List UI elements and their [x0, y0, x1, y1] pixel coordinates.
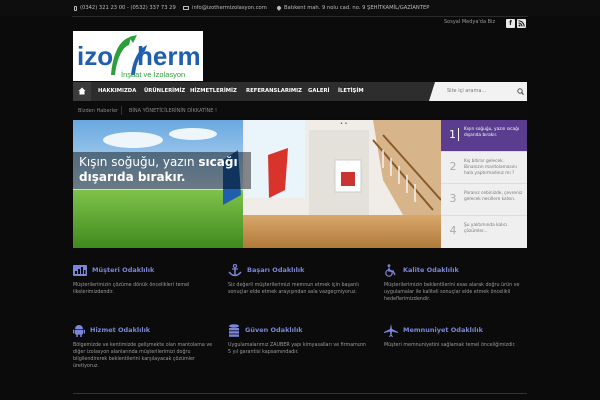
- phone-numbers: (0342) 321 23 00 - (0532) 337 73 29: [80, 5, 176, 11]
- slider-dots[interactable]: • •: [340, 121, 348, 127]
- tab-number: 4: [449, 224, 457, 237]
- tab-text: Şu yalıtımında kalıcı çözümler...: [464, 223, 508, 234]
- home-icon: [78, 87, 86, 95]
- feature-desc: Müşteri memnuniyetini sağlamak temel önc…: [384, 343, 516, 348]
- feature-title: Başarı Odaklılık: [247, 266, 305, 274]
- nav-item-hakkimizda[interactable]: HAKKIMIZDA: [98, 82, 136, 101]
- search-input[interactable]: Site içi arama...: [447, 88, 486, 94]
- search-icon[interactable]: [517, 88, 524, 95]
- chart-icon: [73, 264, 87, 276]
- search-box[interactable]: Site içi arama...: [429, 82, 527, 101]
- slide-caption: Kışın soğuğu, yazın sıcağı dışarıda bıra…: [79, 155, 249, 185]
- slider-tabs: 1 Kışın soğuğu, yazın sıcağı dışarıda bı…: [441, 120, 527, 248]
- logo-brand-right: herm: [137, 41, 201, 71]
- news-link[interactable]: BİNA YÖNETİCİLERİNİN DİKKATİNE !: [129, 108, 217, 114]
- tab-number: 3: [449, 192, 457, 205]
- contact-bar: (0342) 321 23 00 - (0532) 337 73 29 info…: [0, 0, 600, 16]
- feature-title: Güven Odaklılık: [245, 326, 303, 334]
- nav-item-galeri[interactable]: GALERİ: [308, 82, 330, 101]
- feature-title: Memnuniyet Odaklılık: [403, 326, 483, 334]
- search-slant: [429, 82, 435, 101]
- feature-guven: Güven Odaklılık Uygulamalarımız ZAUBER y…: [228, 323, 368, 356]
- footer-divider: [73, 393, 527, 394]
- slider-tab-2[interactable]: 2 Kış bitirar gelecek. Binanızın mantola…: [441, 152, 527, 184]
- top-divider: [72, 16, 528, 17]
- social-label: Sosyal Medya'da Biz: [444, 19, 496, 25]
- mail-icon: [183, 6, 189, 10]
- wheelchair-icon: [385, 263, 396, 277]
- tab-text: Paranız cebinizde, çevreniz gelecek nesi…: [464, 191, 523, 202]
- feature-hizmet: Hizmet Odaklılık Bölgemizde ve kentimizd…: [73, 323, 213, 370]
- plane-icon: [384, 323, 398, 337]
- feature-desc: Müşterilerimizin beklentilerini esas ala…: [384, 283, 520, 302]
- news-ticker: Bizden Haberler BİNA YÖNETİCİLERİNİN DİK…: [73, 103, 527, 118]
- feature-musteri: Müşteri Odaklılık Müşterilerimizin çözüm…: [73, 263, 213, 296]
- facebook-icon[interactable]: f: [506, 19, 515, 28]
- caption-bold-2: dışarıda bırakır.: [79, 170, 186, 184]
- slider-tab-4[interactable]: 4 Şu yalıtımında kalıcı çözümler...: [441, 216, 527, 248]
- tab-text: Kış bitirar gelecek. Binanızın mantolama…: [464, 159, 517, 176]
- feature-kalite: Kalite Odaklılık Müşterilerimizin beklen…: [384, 263, 524, 303]
- ticker-divider: [121, 106, 122, 115]
- location-pin-icon: [276, 5, 282, 11]
- tab-text: Kışın soğuğu, yazın sıcağı dışarıda bıra…: [464, 127, 520, 138]
- logo-tagline: İnşaat ve İzolasyon: [121, 70, 185, 79]
- caption-light: Kışın soğuğu, yazın: [79, 155, 195, 169]
- phone-info: (0342) 321 23 00 - (0532) 337 73 29: [74, 5, 176, 11]
- tab-number: 1: [447, 128, 459, 141]
- feature-title: Kalite Odaklılık: [403, 266, 459, 274]
- feature-memnuniyet: Memnuniyet Odaklılık Müşteri memnuniyeti…: [384, 323, 524, 349]
- home-button[interactable]: [73, 82, 91, 101]
- feature-desc: Müşterilerimizin çözüme dönük öncelikler…: [73, 283, 190, 295]
- tab-number: 2: [449, 160, 457, 173]
- site-logo[interactable]: izo herm İnşaat ve İzolasyon: [73, 31, 203, 81]
- anchor-icon: [228, 263, 242, 276]
- logo-brand-left: izo: [77, 41, 113, 71]
- nav-item-hizmetlerimiz[interactable]: HİZMETLERİMİZ: [190, 82, 237, 101]
- slider-tab-3[interactable]: 3 Paranız cebinizde, çevreniz gelecek ne…: [441, 184, 527, 216]
- news-label: Bizden Haberler: [78, 108, 119, 114]
- caption-bold-1: sıcağı: [198, 155, 238, 169]
- email-info[interactable]: info@izothermizolasyon.com: [183, 5, 267, 11]
- address-info: Batıkent mah. 9 nolu cad. no. 9 ŞEHİTKAM…: [276, 5, 430, 11]
- nav-item-referanslarimiz[interactable]: REFERANSLARIMIZ: [246, 82, 302, 101]
- phone-icon: [74, 5, 77, 11]
- feature-desc: Siz değerli müşterilerimizi memnun etmek…: [228, 283, 359, 295]
- feature-title: Müşteri Odaklılık: [92, 266, 155, 274]
- email-address[interactable]: info@izothermizolasyon.com: [192, 5, 267, 11]
- android-icon: [73, 324, 85, 337]
- address-text: Batıkent mah. 9 nolu cad. no. 9 ŞEHİTKAM…: [284, 5, 430, 11]
- nav-item-urunlerimiz[interactable]: ÜRÜNLERİMİZ: [144, 82, 185, 101]
- feature-desc: Uygulamalarımız ZAUBER yapı kimyasalları…: [228, 343, 367, 355]
- main-nav: HAKKIMIZDA ÜRÜNLERİMİZ HİZMETLERİMİZ REF…: [73, 82, 527, 101]
- database-icon: [229, 323, 239, 337]
- slider-tab-1[interactable]: 1 Kışın soğuğu, yazın sıcağı dışarıda bı…: [441, 120, 527, 152]
- feature-basari: Başarı Odaklılık Siz değerli müşterileri…: [228, 263, 368, 296]
- feature-desc: Bölgemizde ve kentimizde gelişmekte olan…: [73, 343, 213, 369]
- feature-title: Hizmet Odaklılık: [90, 326, 151, 334]
- rss-icon[interactable]: [517, 19, 526, 28]
- nav-item-iletisim[interactable]: İLETİŞİM: [338, 82, 364, 101]
